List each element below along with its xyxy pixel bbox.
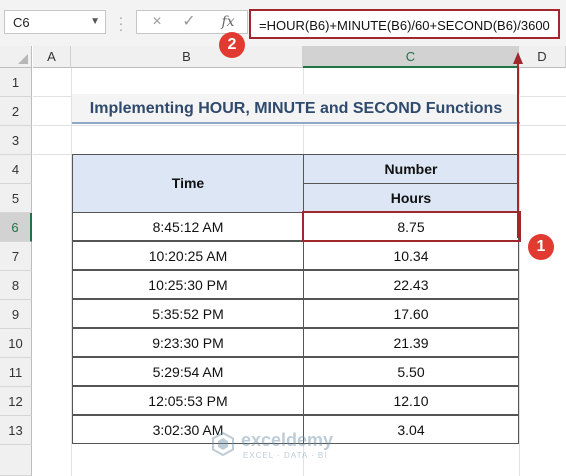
- row-header[interactable]: 11: [0, 358, 32, 387]
- hours-cell[interactable]: 10.34: [303, 241, 519, 270]
- formula-bar: C6 ▼ · · · × ✓ fx =HOUR(B6)+MINUTE(B6)/60+…: [0, 0, 566, 46]
- row-header[interactable]: 7: [0, 242, 32, 271]
- insert-function-icon[interactable]: fx: [215, 11, 241, 33]
- time-cell[interactable]: 10:25:30 PM: [72, 270, 304, 299]
- row-header[interactable]: 13: [0, 416, 32, 445]
- row-header[interactable]: 3: [0, 126, 32, 155]
- row-header[interactable]: 12: [0, 387, 32, 416]
- drag-handle-icon[interactable]: · · ·: [118, 10, 124, 36]
- formula-buttons: × ✓ fx: [136, 10, 248, 34]
- sheet-title: Implementing HOUR, MINUTE and SECOND Fun…: [72, 94, 520, 124]
- chevron-down-icon[interactable]: ▼: [90, 16, 100, 27]
- select-all-button[interactable]: [0, 46, 32, 68]
- cancel-icon[interactable]: ×: [145, 11, 169, 33]
- callout-badge-2: 2: [219, 32, 245, 58]
- row-header[interactable]: 1: [0, 68, 32, 97]
- enter-icon[interactable]: ✓: [177, 11, 201, 33]
- callout-arrow: [513, 52, 523, 238]
- column-header-a[interactable]: A: [33, 46, 71, 68]
- formula-input[interactable]: =HOUR(B6)+MINUTE(B6)/60+SECOND(B6)/3600: [249, 9, 560, 39]
- row-header[interactable]: 9: [0, 300, 32, 329]
- time-cell[interactable]: 9:23:30 PM: [72, 328, 304, 357]
- watermark: exceldemy EXCEL · DATA · BI: [205, 428, 365, 462]
- row-header[interactable]: 5: [0, 184, 32, 213]
- time-cell[interactable]: 5:35:52 PM: [72, 299, 304, 328]
- row-header[interactable]: 10: [0, 329, 32, 358]
- hours-cell[interactable]: 17.60: [303, 299, 519, 328]
- table-header-hours[interactable]: Hours: [303, 183, 519, 213]
- grid-line: [33, 125, 566, 126]
- watermark-tagline: EXCEL · DATA · BI: [243, 451, 328, 460]
- exceldemy-logo-icon: [212, 432, 234, 456]
- row-header[interactable]: 8: [0, 271, 32, 300]
- table-header-number[interactable]: Number: [303, 154, 519, 184]
- time-cell[interactable]: 10:20:25 AM: [72, 241, 304, 270]
- column-header-b[interactable]: B: [71, 46, 303, 68]
- name-box-value: C6: [13, 15, 30, 30]
- hours-cell[interactable]: 22.43: [303, 270, 519, 299]
- hours-cell[interactable]: 21.39: [303, 328, 519, 357]
- name-box[interactable]: C6 ▼: [4, 10, 106, 34]
- watermark-name: exceldemy: [241, 430, 334, 450]
- row-header: [0, 445, 32, 476]
- table-header-time[interactable]: Time: [72, 154, 304, 213]
- time-cell[interactable]: 8:45:12 AM: [72, 212, 304, 241]
- time-cell[interactable]: 12:05:53 PM: [72, 386, 304, 415]
- time-cell[interactable]: 5:29:54 AM: [72, 357, 304, 386]
- row-header[interactable]: 6: [0, 213, 32, 242]
- row-header[interactable]: 2: [0, 97, 32, 126]
- row-header[interactable]: 4: [0, 155, 32, 184]
- hours-cell[interactable]: 12.10: [303, 386, 519, 415]
- selected-cell-highlight: [302, 211, 521, 242]
- callout-badge-1: 1: [528, 234, 554, 260]
- hours-cell[interactable]: 5.50: [303, 357, 519, 386]
- column-header-c[interactable]: C: [303, 46, 519, 68]
